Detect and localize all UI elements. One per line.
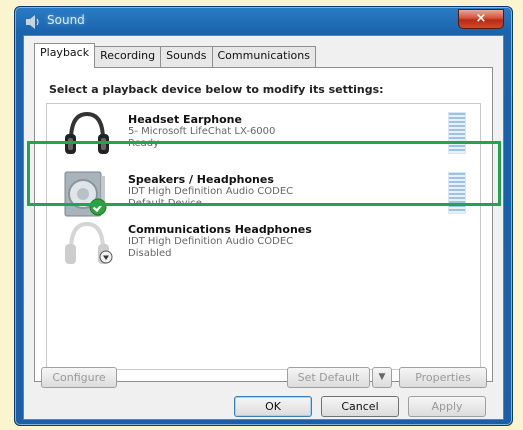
- tab-strip: Playback Recording Sounds Communications: [34, 43, 316, 68]
- speaker-icon: [64, 171, 105, 217]
- device-name: Headset Earphone: [128, 113, 242, 126]
- close-button[interactable]: ×: [458, 9, 504, 29]
- device-item-speakers-headphones[interactable]: Speakers / Headphones IDT High Definitio…: [47, 168, 480, 220]
- device-name: Speakers / Headphones: [128, 173, 274, 186]
- disabled-down-arrow-icon: [99, 250, 113, 264]
- device-status: Ready: [128, 138, 160, 149]
- volume-meter: [448, 112, 466, 154]
- set-default-dropdown-arrow-icon[interactable]: ▼: [372, 367, 392, 388]
- device-description: IDT High Definition Audio CODEC: [128, 186, 294, 197]
- apply-button[interactable]: Apply: [408, 396, 486, 417]
- volume-meter: [448, 172, 466, 214]
- properties-button[interactable]: Properties: [399, 367, 487, 388]
- playback-panel: Select a playback device below to modify…: [34, 67, 493, 382]
- device-status: Disabled: [128, 248, 172, 259]
- device-description: 5- Microsoft LifeChat LX-6000: [128, 126, 276, 137]
- speaker-title-icon: [26, 15, 39, 29]
- tab-recording[interactable]: Recording: [94, 46, 162, 68]
- instruction-text: Select a playback device below to modify…: [49, 83, 384, 96]
- cancel-button[interactable]: Cancel: [321, 396, 399, 417]
- headset-icon: [65, 111, 109, 154]
- title-bar[interactable]: Sound ×: [15, 7, 512, 37]
- dialog-client-area: Playback Recording Sounds Communications…: [23, 35, 504, 420]
- configure-button[interactable]: Configure: [41, 367, 117, 388]
- device-description: IDT High Definition Audio CODEC: [128, 236, 294, 247]
- device-item-communications-headphones[interactable]: Communications Headphones IDT High Defin…: [47, 218, 480, 270]
- tab-sounds[interactable]: Sounds: [160, 46, 213, 68]
- window-title: Sound: [47, 13, 85, 27]
- default-check-icon: [89, 198, 107, 216]
- device-status: Default Device: [128, 198, 202, 209]
- sound-dialog: Sound × Playback Recording Sounds Commun…: [14, 6, 513, 426]
- tab-communications[interactable]: Communications: [211, 46, 316, 68]
- set-default-button[interactable]: Set Default: [287, 367, 370, 388]
- device-item-headset-earphone[interactable]: Headset Earphone 5- Microsoft LifeChat L…: [47, 108, 480, 160]
- tab-playback[interactable]: Playback: [34, 43, 96, 68]
- device-name: Communications Headphones: [128, 223, 312, 236]
- device-list[interactable]: Headset Earphone 5- Microsoft LifeChat L…: [46, 103, 481, 370]
- ok-button[interactable]: OK: [234, 396, 312, 417]
